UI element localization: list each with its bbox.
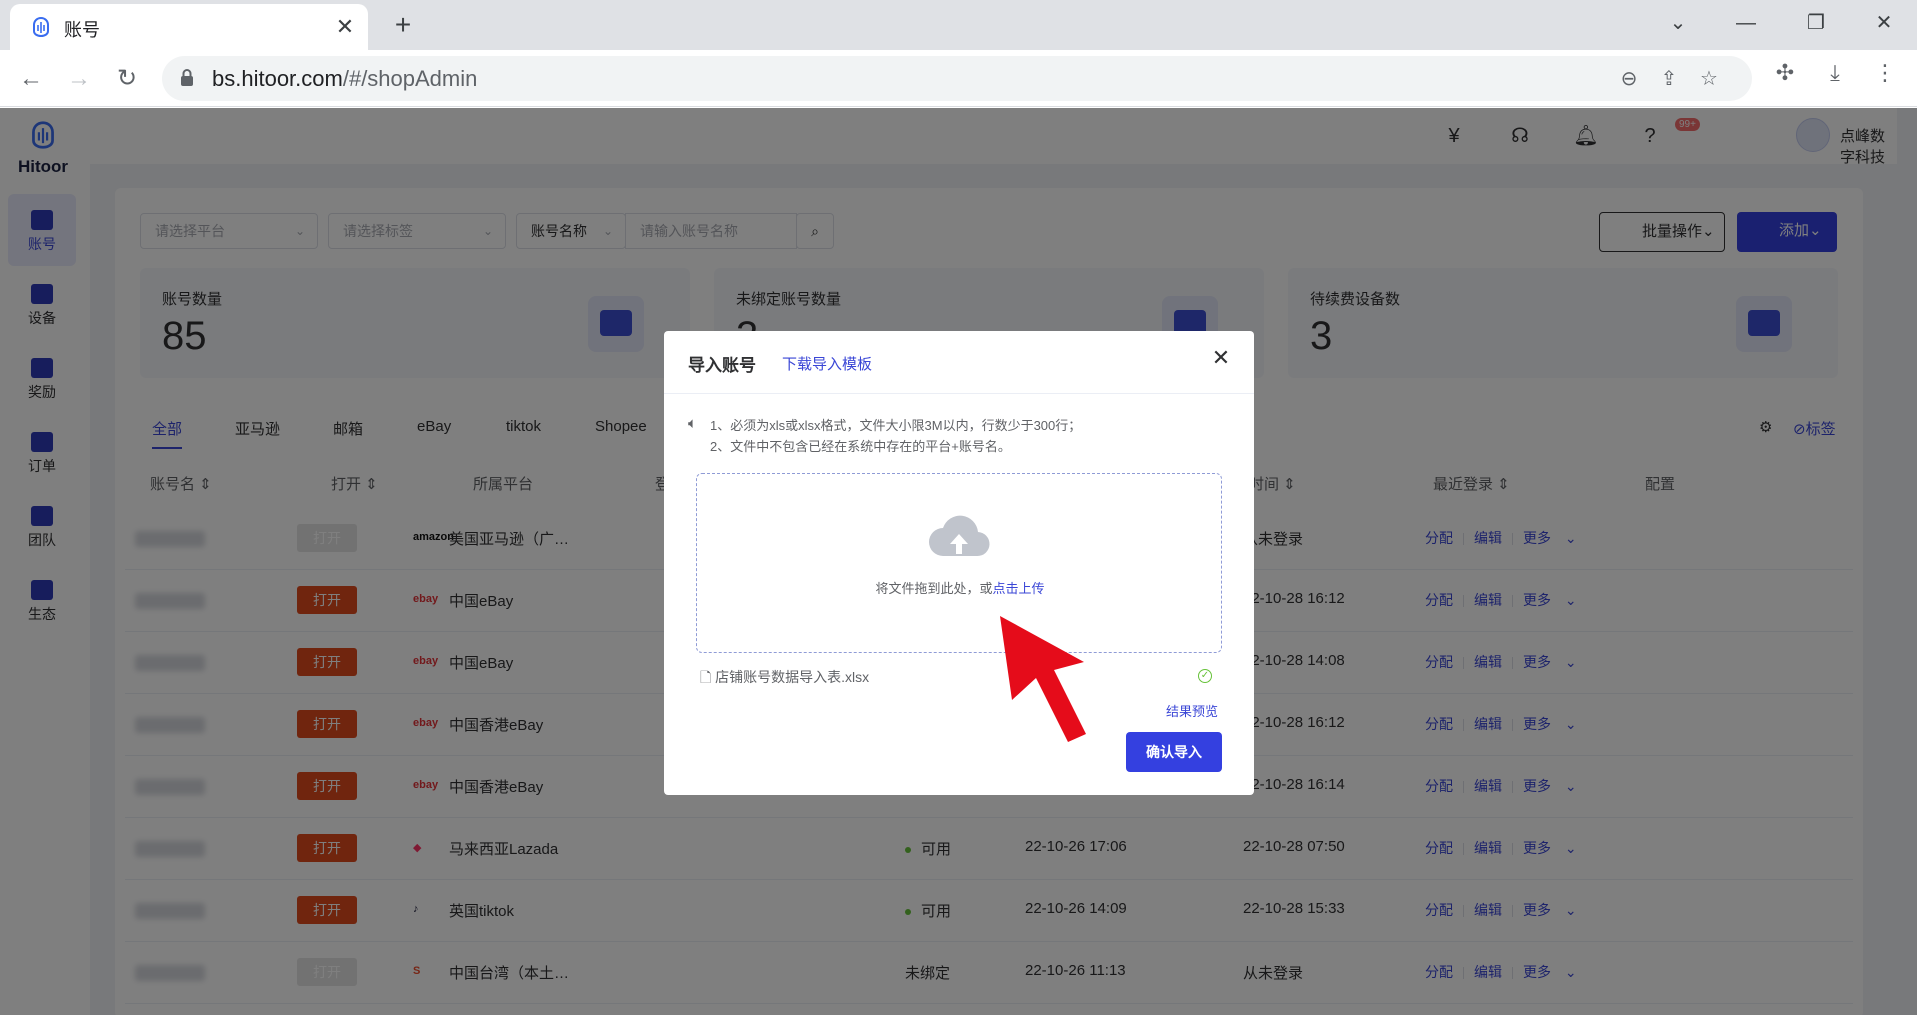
share-icon[interactable]: ⇪ <box>1652 62 1686 96</box>
reload-icon[interactable]: ↻ <box>110 62 144 96</box>
browser-menu-icon[interactable]: ⋮ <box>1868 56 1902 90</box>
tab-title: 账号 <box>64 20 100 40</box>
tab-close-icon[interactable]: ✕ <box>332 14 358 40</box>
import-tips: 1、必须为xls或xlsx格式，文件大小限3M以内，行数少于300行； 2、文件… <box>710 415 1081 457</box>
tab-search-chevron-icon[interactable]: ⌄ <box>1658 8 1698 38</box>
confirm-import-button[interactable]: 确认导入 <box>1126 732 1222 772</box>
browser-tab-strip: 账号 ✕ + ⌄ — ❐ ✕ <box>0 0 1917 50</box>
download-icon[interactable]: ⤓ <box>1818 56 1852 90</box>
bookmark-star-icon[interactable]: ☆ <box>1692 62 1726 96</box>
window-close-icon[interactable]: ✕ <box>1864 8 1904 38</box>
minimize-icon[interactable]: — <box>1726 8 1766 38</box>
dialog-title: 导入账号 <box>688 356 756 375</box>
import-dialog: 导入账号 下载导入模板 ✕ 🔈︎ 1、必须为xls或xlsx格式，文件大小限3M… <box>664 331 1254 795</box>
restore-icon[interactable]: ❐ <box>1796 8 1836 38</box>
tip-line-1: 1、必须为xls或xlsx格式，文件大小限3M以内，行数少于300行； <box>710 418 1082 433</box>
red-pointer-arrow-icon <box>1000 616 1086 742</box>
address-bar: ← → ↻ bs.hitoor.com/#/shopAdmin ⊖ ⇪ ☆ ✣ … <box>0 50 1917 107</box>
browser-tab[interactable]: 账号 ✕ <box>10 4 368 50</box>
zoom-icon[interactable]: ⊖ <box>1612 62 1646 96</box>
success-check-icon: ✓ <box>1198 669 1212 683</box>
hitoor-favicon-icon <box>33 16 49 38</box>
new-tab-icon[interactable]: + <box>388 10 418 40</box>
forward-icon[interactable]: → <box>62 62 96 96</box>
url-text: bs.hitoor.com/#/shopAdmin <box>212 66 478 91</box>
preview-result-link[interactable]: 结果预览 <box>1166 701 1218 720</box>
close-icon[interactable]: ✕ <box>1208 345 1234 371</box>
upload-dropzone[interactable]: 将文件拖到此处，或点击上传 <box>696 473 1222 653</box>
omnibox[interactable]: bs.hitoor.com/#/shopAdmin ⊖ ⇪ ☆ <box>162 56 1752 101</box>
dropzone-text: 将文件拖到此处，或点击上传 <box>875 581 1045 596</box>
click-upload-link[interactable]: 点击上传 <box>993 581 1045 596</box>
upload-cloud-icon <box>929 515 990 557</box>
uploaded-file[interactable]: 🗋︎ 店铺账号数据导入表.xlsx <box>700 667 869 691</box>
extensions-icon[interactable]: ✣ <box>1768 56 1802 90</box>
back-icon[interactable]: ← <box>14 62 48 96</box>
download-template-link[interactable]: 下载导入模板 <box>782 353 872 374</box>
document-icon: 🗋︎ <box>700 669 712 685</box>
lock-icon <box>181 69 193 86</box>
speaker-icon: 🔈︎ <box>688 415 698 432</box>
divider <box>664 393 1254 394</box>
tip-line-2: 2、文件中不包含已经在系统中存在的平台+账号名。 <box>710 439 1011 454</box>
